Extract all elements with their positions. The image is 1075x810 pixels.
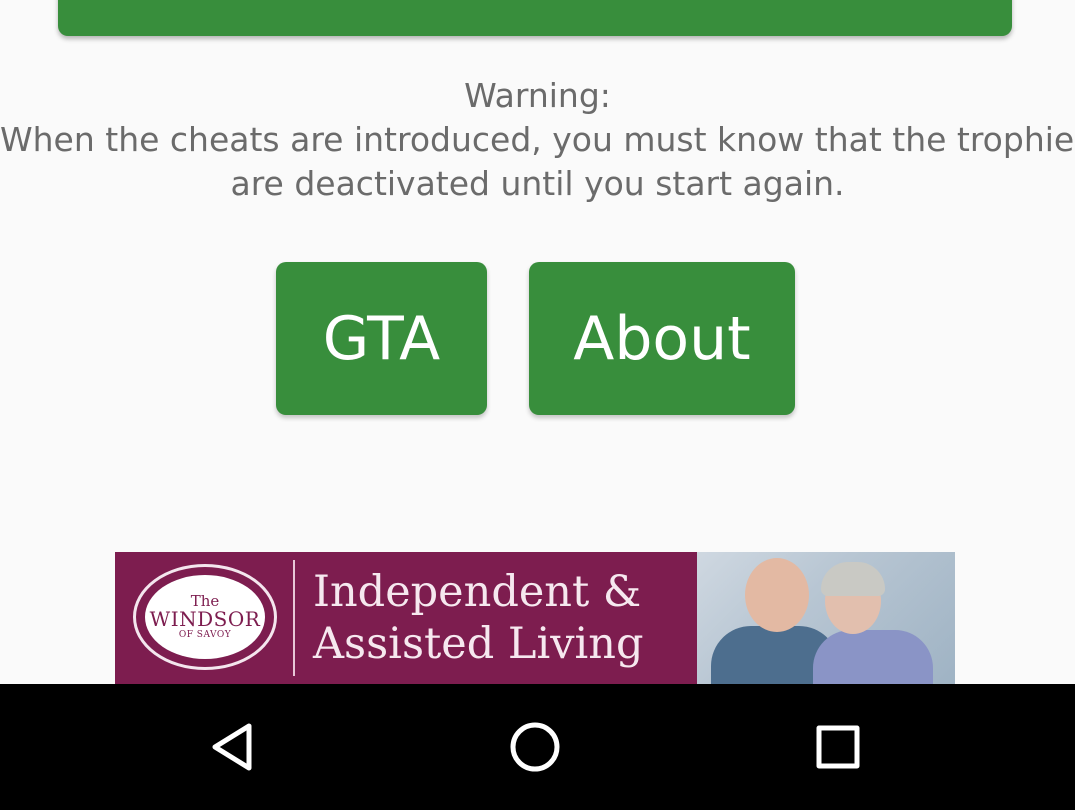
ad-photo-couple	[697, 552, 955, 684]
windsor-logo-badge: The WINDSOR OF SAVOY	[145, 575, 265, 659]
ad-photo-man-head	[745, 558, 809, 632]
ad-headline-line-1: Independent &	[313, 567, 642, 617]
warning-message: Warning: When the cheats are introduced,…	[0, 74, 1075, 206]
ad-headline: Independent & Assisted Living	[313, 566, 644, 670]
circle-home-icon	[510, 722, 560, 772]
android-nav-bar	[0, 684, 1075, 810]
warning-title: Warning:	[464, 76, 611, 115]
warning-text-line-1: When the cheats are introduced, you must…	[0, 120, 1075, 159]
recents-button[interactable]	[806, 684, 870, 810]
ad-photo-woman-body	[813, 630, 933, 684]
logo-line-3: OF SAVOY	[178, 630, 232, 640]
warning-text-line-2: are deactivated until you start again.	[230, 164, 845, 203]
ad-photo-woman-hair	[821, 562, 885, 596]
square-recents-icon	[816, 725, 860, 769]
top-action-button[interactable]	[58, 0, 1012, 36]
triangle-back-icon	[212, 723, 252, 771]
back-button[interactable]	[200, 684, 264, 810]
ad-text-panel: The WINDSOR OF SAVOY Independent & Assis…	[115, 552, 697, 684]
gta-button[interactable]: GTA	[276, 262, 487, 415]
windsor-logo: The WINDSOR OF SAVOY	[133, 564, 277, 670]
ad-headline-line-2: Assisted Living	[313, 619, 644, 669]
ad-banner[interactable]: The WINDSOR OF SAVOY Independent & Assis…	[115, 552, 955, 684]
about-button[interactable]: About	[529, 262, 795, 415]
ad-divider	[293, 560, 295, 676]
logo-line-2: WINDSOR	[149, 607, 261, 631]
home-button[interactable]	[502, 684, 568, 810]
